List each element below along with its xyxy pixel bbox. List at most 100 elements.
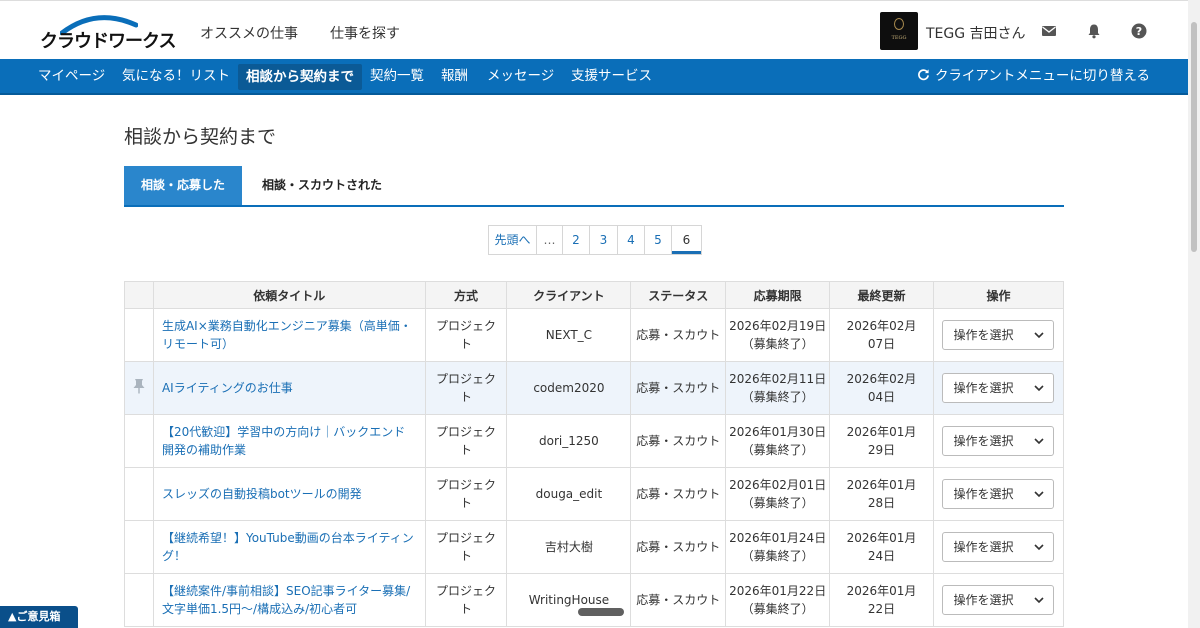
user-name[interactable]: TEGG 吉田さん bbox=[926, 23, 1026, 43]
nav-consult-to-contract[interactable]: 相談から契約まで bbox=[238, 64, 362, 90]
avatar-emblem-icon bbox=[894, 18, 904, 30]
actions-cell: 操作を選択 bbox=[932, 414, 1065, 468]
tab-scouted[interactable]: 相談・スカウトされた bbox=[262, 166, 382, 205]
deadline-note: （募集終了） bbox=[741, 443, 814, 457]
method-cell: プロジェクト bbox=[424, 573, 508, 627]
header-deadline: 応募期限 bbox=[725, 281, 831, 309]
deadline-date: 2026年02月19日 bbox=[729, 319, 827, 333]
screen-indicator bbox=[578, 608, 624, 616]
job-title-link[interactable]: 【20代歓迎】学習中の方向け｜バックエンド開発の補助作業 bbox=[162, 425, 405, 457]
pin-cell[interactable] bbox=[124, 414, 154, 468]
method-cell: プロジェクト bbox=[424, 467, 508, 521]
nav-support[interactable]: 支援サービス bbox=[571, 59, 652, 93]
switch-client-menu-button[interactable]: クライアントメニューに切り替える bbox=[917, 59, 1150, 93]
pin-cell[interactable] bbox=[124, 308, 154, 362]
refresh-icon bbox=[918, 69, 929, 81]
chevron-down-icon bbox=[1034, 544, 1045, 551]
main-nav: マイページ 気になる！リスト 相談から契約まで 契約一覧 報酬 メッセージ 支援… bbox=[0, 59, 1188, 95]
pin-cell[interactable] bbox=[124, 467, 154, 521]
tab-applied[interactable]: 相談・応募した bbox=[124, 166, 242, 205]
client-cell: NEXT_C bbox=[506, 308, 632, 362]
crowdworks-logo[interactable]: クラウドワークス bbox=[40, 13, 176, 52]
svg-text:?: ? bbox=[1136, 25, 1142, 38]
title-cell: 【20代歓迎】学習中の方向け｜バックエンド開発の補助作業 bbox=[152, 414, 426, 468]
deadline-note: （募集終了） bbox=[741, 549, 814, 563]
nav-rewards[interactable]: 報酬 bbox=[441, 59, 468, 93]
updated-cell: 2026年01月22日 bbox=[829, 573, 934, 627]
job-title-link[interactable]: 【継続希望！】YouTube動画の台本ライティング！ bbox=[162, 531, 414, 563]
title-cell: 【継続案件/事前相談】SEO記事ライター募集/文字単価1.5円〜/構成込み/初心… bbox=[152, 573, 426, 627]
nav-messages[interactable]: メッセージ bbox=[487, 59, 554, 93]
help-icon[interactable]: ? bbox=[1131, 23, 1147, 39]
title-cell: スレッズの自動投稿botツールの開発 bbox=[152, 467, 426, 521]
page-5[interactable]: 5 bbox=[645, 226, 672, 254]
pin-icon[interactable] bbox=[132, 378, 146, 394]
deadline-date: 2026年02月11日 bbox=[729, 372, 827, 386]
avatar-label: TEGG bbox=[891, 35, 907, 41]
mail-icon[interactable] bbox=[1041, 23, 1057, 39]
actions-cell: 操作を選択 bbox=[932, 361, 1065, 415]
action-select[interactable]: 操作を選択 bbox=[942, 479, 1055, 509]
nav-contracts[interactable]: 契約一覧 bbox=[370, 59, 424, 93]
header-client: クライアント bbox=[506, 281, 632, 309]
recommended-jobs-link[interactable]: オススメの仕事 bbox=[200, 23, 298, 43]
title-cell: AIライティングのお仕事 bbox=[152, 361, 426, 415]
top-header: クラウドワークス オススメの仕事 仕事を探す TEGG TEGG 吉田さん ? bbox=[0, 0, 1188, 59]
deadline-cell: 2026年02月11日 （募集終了） bbox=[725, 361, 831, 415]
pagination: 先頭へ … 2 3 4 5 6 bbox=[488, 225, 702, 255]
page-first[interactable]: 先頭へ bbox=[489, 226, 537, 254]
job-title-link[interactable]: AIライティングのお仕事 bbox=[162, 381, 293, 395]
nav-favorites[interactable]: 気になる！リスト bbox=[122, 59, 230, 93]
page-title: 相談から契約まで bbox=[124, 126, 277, 148]
feedback-button[interactable]: ▲ご意見箱 bbox=[0, 606, 78, 628]
table-row: 【継続希望！】YouTube動画の台本ライティング！ プロジェクト 吉村大樹 応募・ス… bbox=[124, 520, 1065, 574]
table-row: 【20代歓迎】学習中の方向け｜バックエンド開発の補助作業 プロジェクト dori_1… bbox=[124, 414, 1065, 468]
chevron-down-icon bbox=[1034, 332, 1045, 339]
status-cell: 応募・スカウト bbox=[630, 414, 727, 468]
page-ellipsis: … bbox=[537, 226, 563, 254]
bell-icon[interactable] bbox=[1086, 23, 1102, 39]
action-select[interactable]: 操作を選択 bbox=[942, 373, 1055, 403]
scrollbar-thumb[interactable] bbox=[1191, 22, 1197, 252]
page-scrollbar[interactable] bbox=[1188, 0, 1200, 628]
chevron-down-icon bbox=[1034, 438, 1045, 445]
deadline-cell: 2026年02月19日 （募集終了） bbox=[725, 308, 831, 362]
tab-bar: 相談・応募した 相談・スカウトされた bbox=[124, 166, 1064, 207]
job-title-link[interactable]: 生成AI×業務自動化エンジニア募集（高単価・リモート可） bbox=[162, 319, 412, 351]
table-row: 生成AI×業務自動化エンジニア募集（高単価・リモート可） プロジェクト NEXT_C… bbox=[124, 308, 1065, 362]
status-cell: 応募・スカウト bbox=[630, 573, 727, 627]
action-select-label: 操作を選択 bbox=[953, 434, 1014, 448]
job-title-link[interactable]: スレッズの自動投稿botツールの開発 bbox=[162, 487, 362, 501]
updated-cell: 2026年01月24日 bbox=[829, 520, 934, 574]
method-cell: プロジェクト bbox=[424, 520, 508, 574]
pin-cell[interactable] bbox=[124, 573, 154, 627]
page-4[interactable]: 4 bbox=[618, 226, 645, 254]
page-6-current[interactable]: 6 bbox=[672, 226, 701, 254]
pin-cell[interactable] bbox=[124, 361, 154, 415]
action-select[interactable]: 操作を選択 bbox=[942, 320, 1055, 350]
page-3[interactable]: 3 bbox=[590, 226, 618, 254]
avatar[interactable]: TEGG bbox=[880, 12, 918, 50]
pin-cell[interactable] bbox=[124, 520, 154, 574]
action-select[interactable]: 操作を選択 bbox=[942, 426, 1055, 456]
action-select[interactable]: 操作を選択 bbox=[942, 585, 1055, 615]
find-jobs-link[interactable]: 仕事を探す bbox=[330, 23, 400, 43]
deadline-note: （募集終了） bbox=[741, 602, 814, 616]
chevron-down-icon bbox=[1034, 597, 1045, 604]
action-select[interactable]: 操作を選択 bbox=[942, 532, 1055, 562]
client-cell: 吉村大樹 bbox=[506, 520, 632, 574]
logo-text: クラウドワークス bbox=[40, 31, 176, 52]
deadline-note: （募集終了） bbox=[741, 496, 814, 510]
updated-cell: 2026年02月04日 bbox=[829, 361, 934, 415]
nav-mypage[interactable]: マイページ bbox=[38, 59, 105, 93]
client-cell: WritingHouse bbox=[506, 573, 632, 627]
deadline-date: 2026年01月22日 bbox=[729, 584, 827, 598]
method-cell: プロジェクト bbox=[424, 414, 508, 468]
action-select-label: 操作を選択 bbox=[953, 487, 1014, 501]
job-title-link[interactable]: 【継続案件/事前相談】SEO記事ライター募集/文字単価1.5円〜/構成込み/初心… bbox=[162, 584, 410, 616]
header-title: 依頼タイトル bbox=[152, 281, 426, 309]
application-table: 依頼タイトル 方式 クライアント ステータス 応募期限 最終更新 操作 生成AI… bbox=[124, 281, 1065, 627]
page-2[interactable]: 2 bbox=[563, 226, 590, 254]
header-updated: 最終更新 bbox=[829, 281, 934, 309]
title-cell: 【継続希望！】YouTube動画の台本ライティング！ bbox=[152, 520, 426, 574]
